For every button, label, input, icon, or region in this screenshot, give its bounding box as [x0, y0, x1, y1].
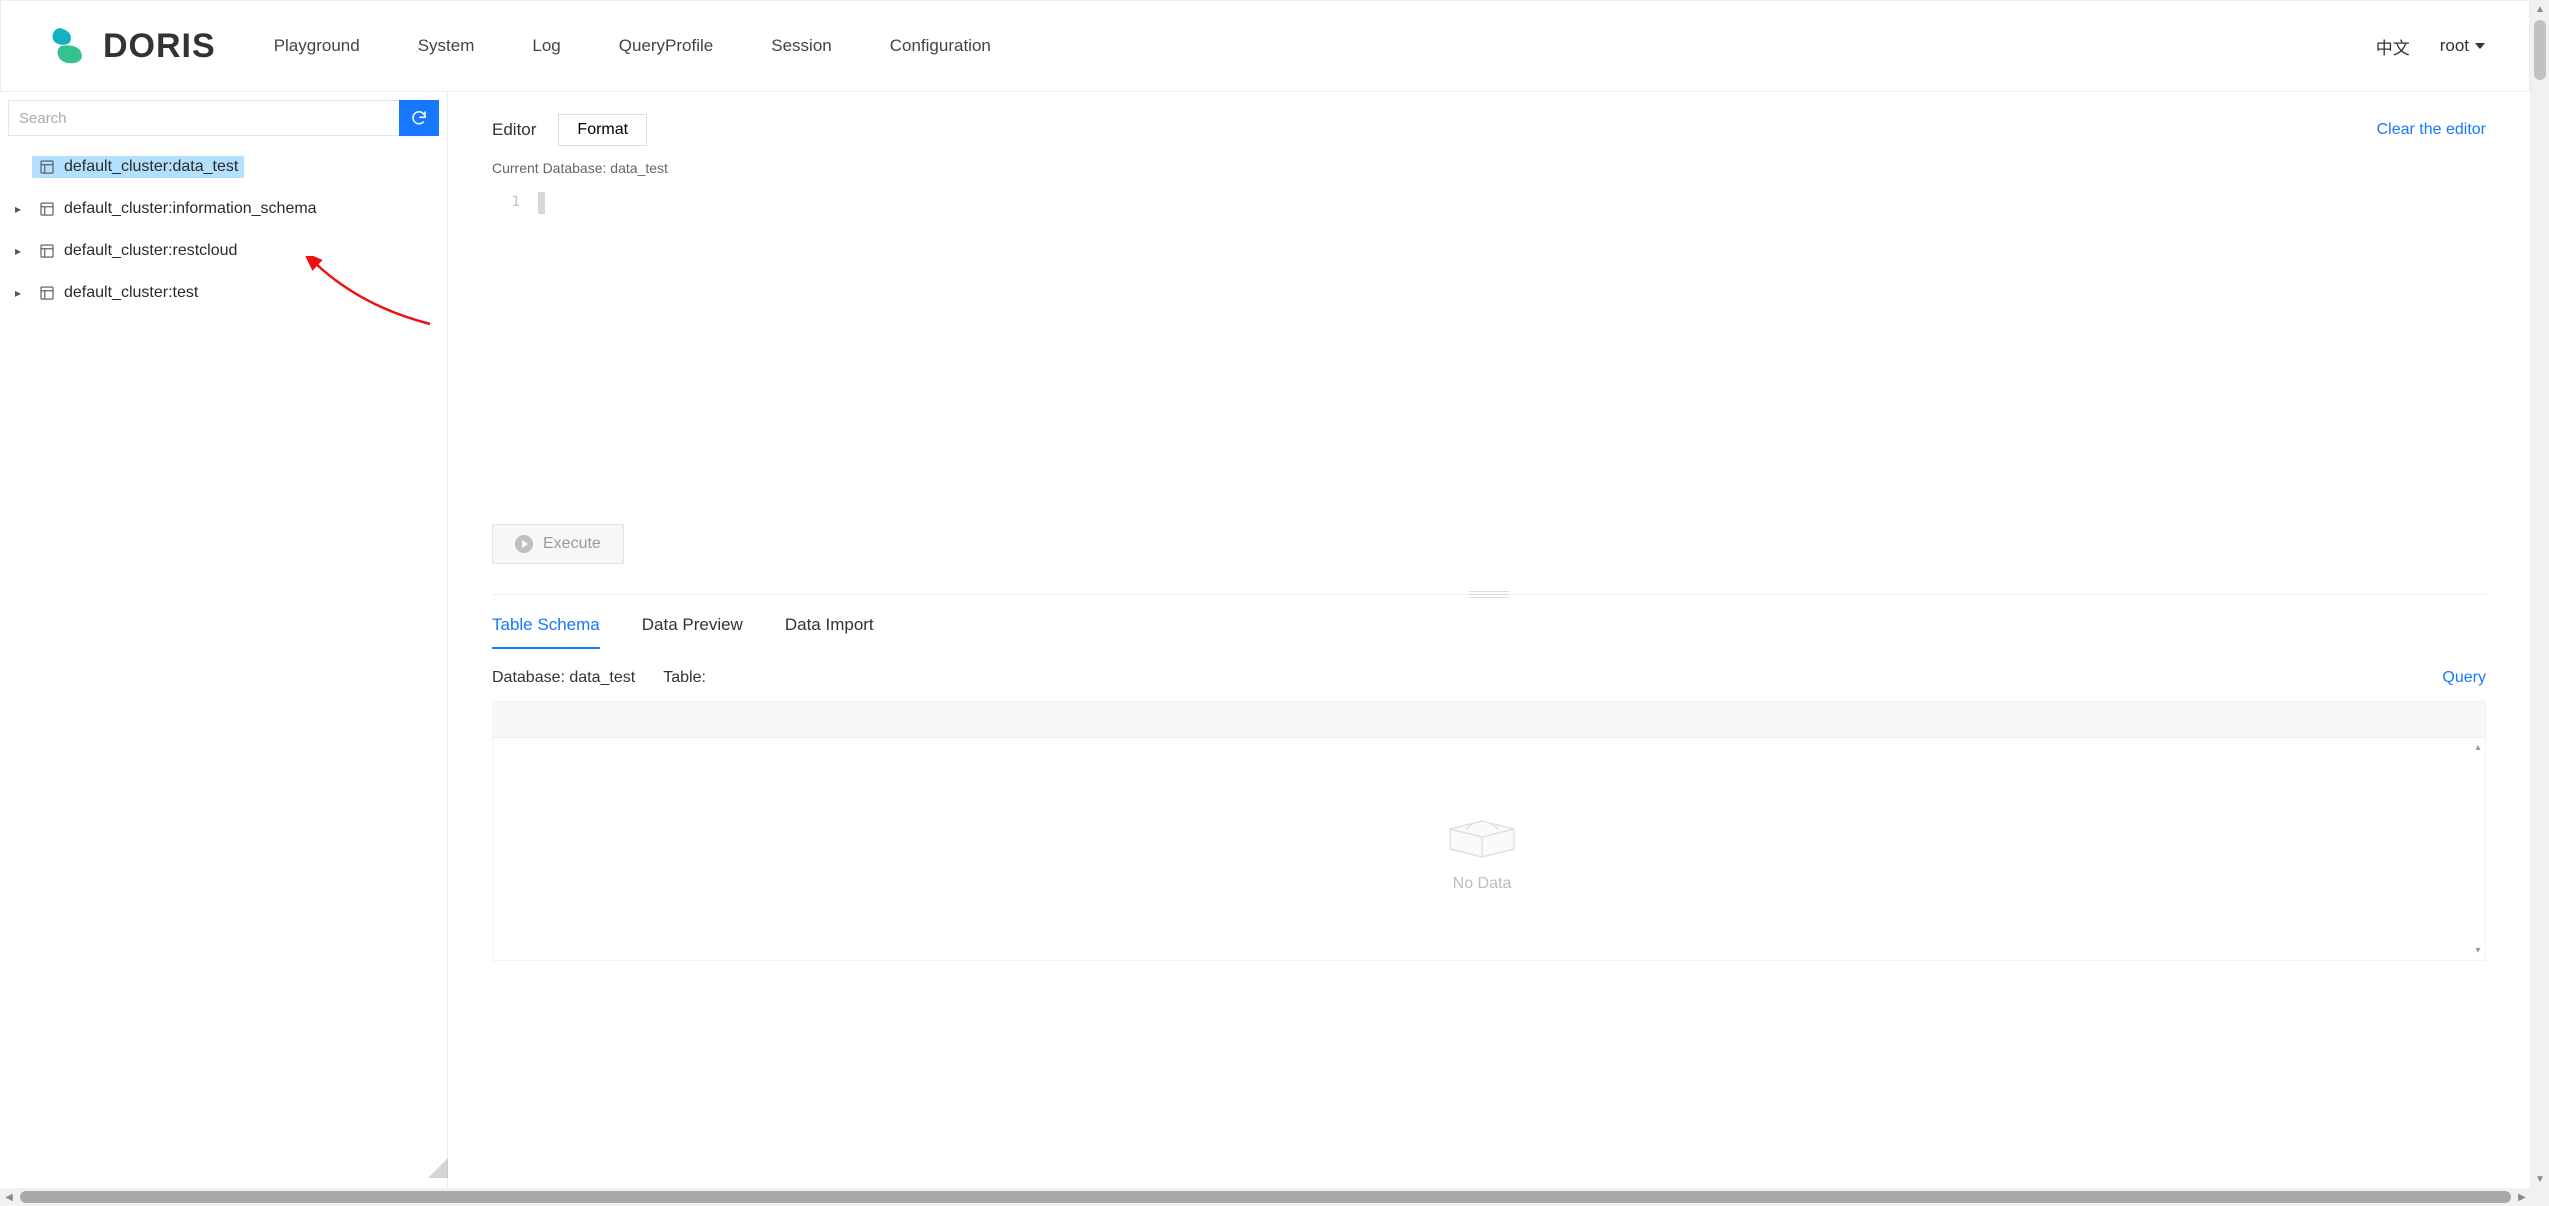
nav-configuration[interactable]: Configuration: [890, 36, 991, 56]
nav-queryprofile[interactable]: QueryProfile: [619, 36, 713, 56]
query-link[interactable]: Query: [2442, 669, 2486, 687]
horizontal-divider: [492, 594, 2486, 595]
tree-item-restcloud[interactable]: ▸ default_cluster:restcloud: [0, 230, 447, 272]
refresh-icon: [410, 109, 428, 127]
grid-empty-state: No Data: [493, 738, 2471, 960]
database-icon: [38, 284, 56, 302]
database-icon: [38, 242, 56, 260]
sidebar-resize-handle[interactable]: [428, 1158, 448, 1178]
format-button[interactable]: Format: [558, 114, 647, 146]
scrollbar-corner: [2531, 1188, 2549, 1206]
editor-line-number: 1: [492, 194, 528, 210]
execute-label: Execute: [543, 535, 601, 553]
user-name: root: [2440, 36, 2469, 56]
database-icon: [38, 158, 56, 176]
editor-cursor: [538, 192, 545, 214]
brand: DORIS: [45, 25, 216, 67]
user-menu[interactable]: root: [2440, 36, 2485, 56]
app-header: DORIS Playground System Log QueryProfile…: [0, 0, 2530, 92]
refresh-button[interactable]: [399, 100, 439, 136]
doris-logo-icon: [45, 25, 87, 67]
tree-item-information-schema[interactable]: ▸ default_cluster:information_schema: [0, 188, 447, 230]
top-nav: Playground System Log QueryProfile Sessi…: [274, 36, 991, 56]
nav-log[interactable]: Log: [532, 36, 560, 56]
sql-editor[interactable]: 1: [492, 184, 2486, 524]
scroll-left-icon[interactable]: ◀: [0, 1188, 18, 1206]
tab-data-preview[interactable]: Data Preview: [642, 615, 743, 649]
tree-caret-icon[interactable]: ▸: [12, 244, 24, 258]
window-vertical-scrollbar[interactable]: ▲ ▼: [2531, 0, 2549, 1188]
tree-caret-icon[interactable]: ▸: [12, 202, 24, 216]
nav-playground[interactable]: Playground: [274, 36, 360, 56]
database-icon: [38, 200, 56, 218]
scroll-down-icon[interactable]: ▾: [2475, 945, 2480, 956]
scroll-down-icon[interactable]: ▼: [2531, 1170, 2549, 1188]
tree-caret-icon[interactable]: ▸: [12, 286, 24, 300]
lang-toggle[interactable]: 中文: [2376, 34, 2410, 59]
nav-session[interactable]: Session: [771, 36, 831, 56]
scroll-thumb[interactable]: [2534, 20, 2546, 80]
empty-box-icon: [1442, 805, 1522, 861]
main-panel: Editor Format Clear the editor Current D…: [448, 92, 2530, 1188]
search-input[interactable]: [8, 100, 399, 136]
execute-button[interactable]: Execute: [492, 524, 624, 564]
tree-item-data-test[interactable]: ▸ default_cluster:data_test: [0, 146, 447, 188]
tab-table-schema[interactable]: Table Schema: [492, 615, 600, 649]
grid-header-row: [493, 702, 2485, 738]
scroll-right-icon[interactable]: ▶: [2513, 1188, 2531, 1206]
scroll-thumb[interactable]: [20, 1191, 2511, 1203]
scroll-up-icon[interactable]: ▴: [2475, 742, 2480, 753]
database-tree: ▸ default_cluster:data_test ▸: [0, 142, 447, 318]
tab-data-import[interactable]: Data Import: [785, 615, 874, 649]
nav-system[interactable]: System: [418, 36, 475, 56]
tree-item-test[interactable]: ▸ default_cluster:test: [0, 272, 447, 314]
scroll-up-icon[interactable]: ▲: [2531, 0, 2549, 18]
result-tabs: Table Schema Data Preview Data Import: [492, 615, 2486, 649]
schema-table-label: Table:: [663, 669, 706, 687]
sidebar: ▸ default_cluster:data_test ▸: [0, 92, 448, 1188]
tree-item-label: default_cluster:test: [64, 284, 198, 302]
editor-title: Editor: [492, 120, 536, 140]
caret-down-icon: [2475, 43, 2485, 49]
tree-item-label: default_cluster:data_test: [64, 158, 238, 176]
grid-scrollbar[interactable]: ▴ ▾: [2471, 738, 2485, 960]
brand-text: DORIS: [103, 27, 216, 66]
play-icon: [515, 535, 533, 553]
current-database-label: Current Database: data_test: [492, 160, 2486, 176]
schema-database-label: Database: data_test: [492, 669, 635, 687]
window-horizontal-scrollbar[interactable]: ◀ ▶: [0, 1188, 2531, 1206]
empty-label: No Data: [1453, 875, 1512, 893]
tree-item-label: default_cluster:information_schema: [64, 200, 317, 218]
schema-grid: No Data ▴ ▾: [492, 701, 2486, 961]
tree-item-label: default_cluster:restcloud: [64, 242, 237, 260]
pane-drag-handle[interactable]: [1469, 590, 1509, 598]
clear-editor-link[interactable]: Clear the editor: [2377, 121, 2486, 139]
